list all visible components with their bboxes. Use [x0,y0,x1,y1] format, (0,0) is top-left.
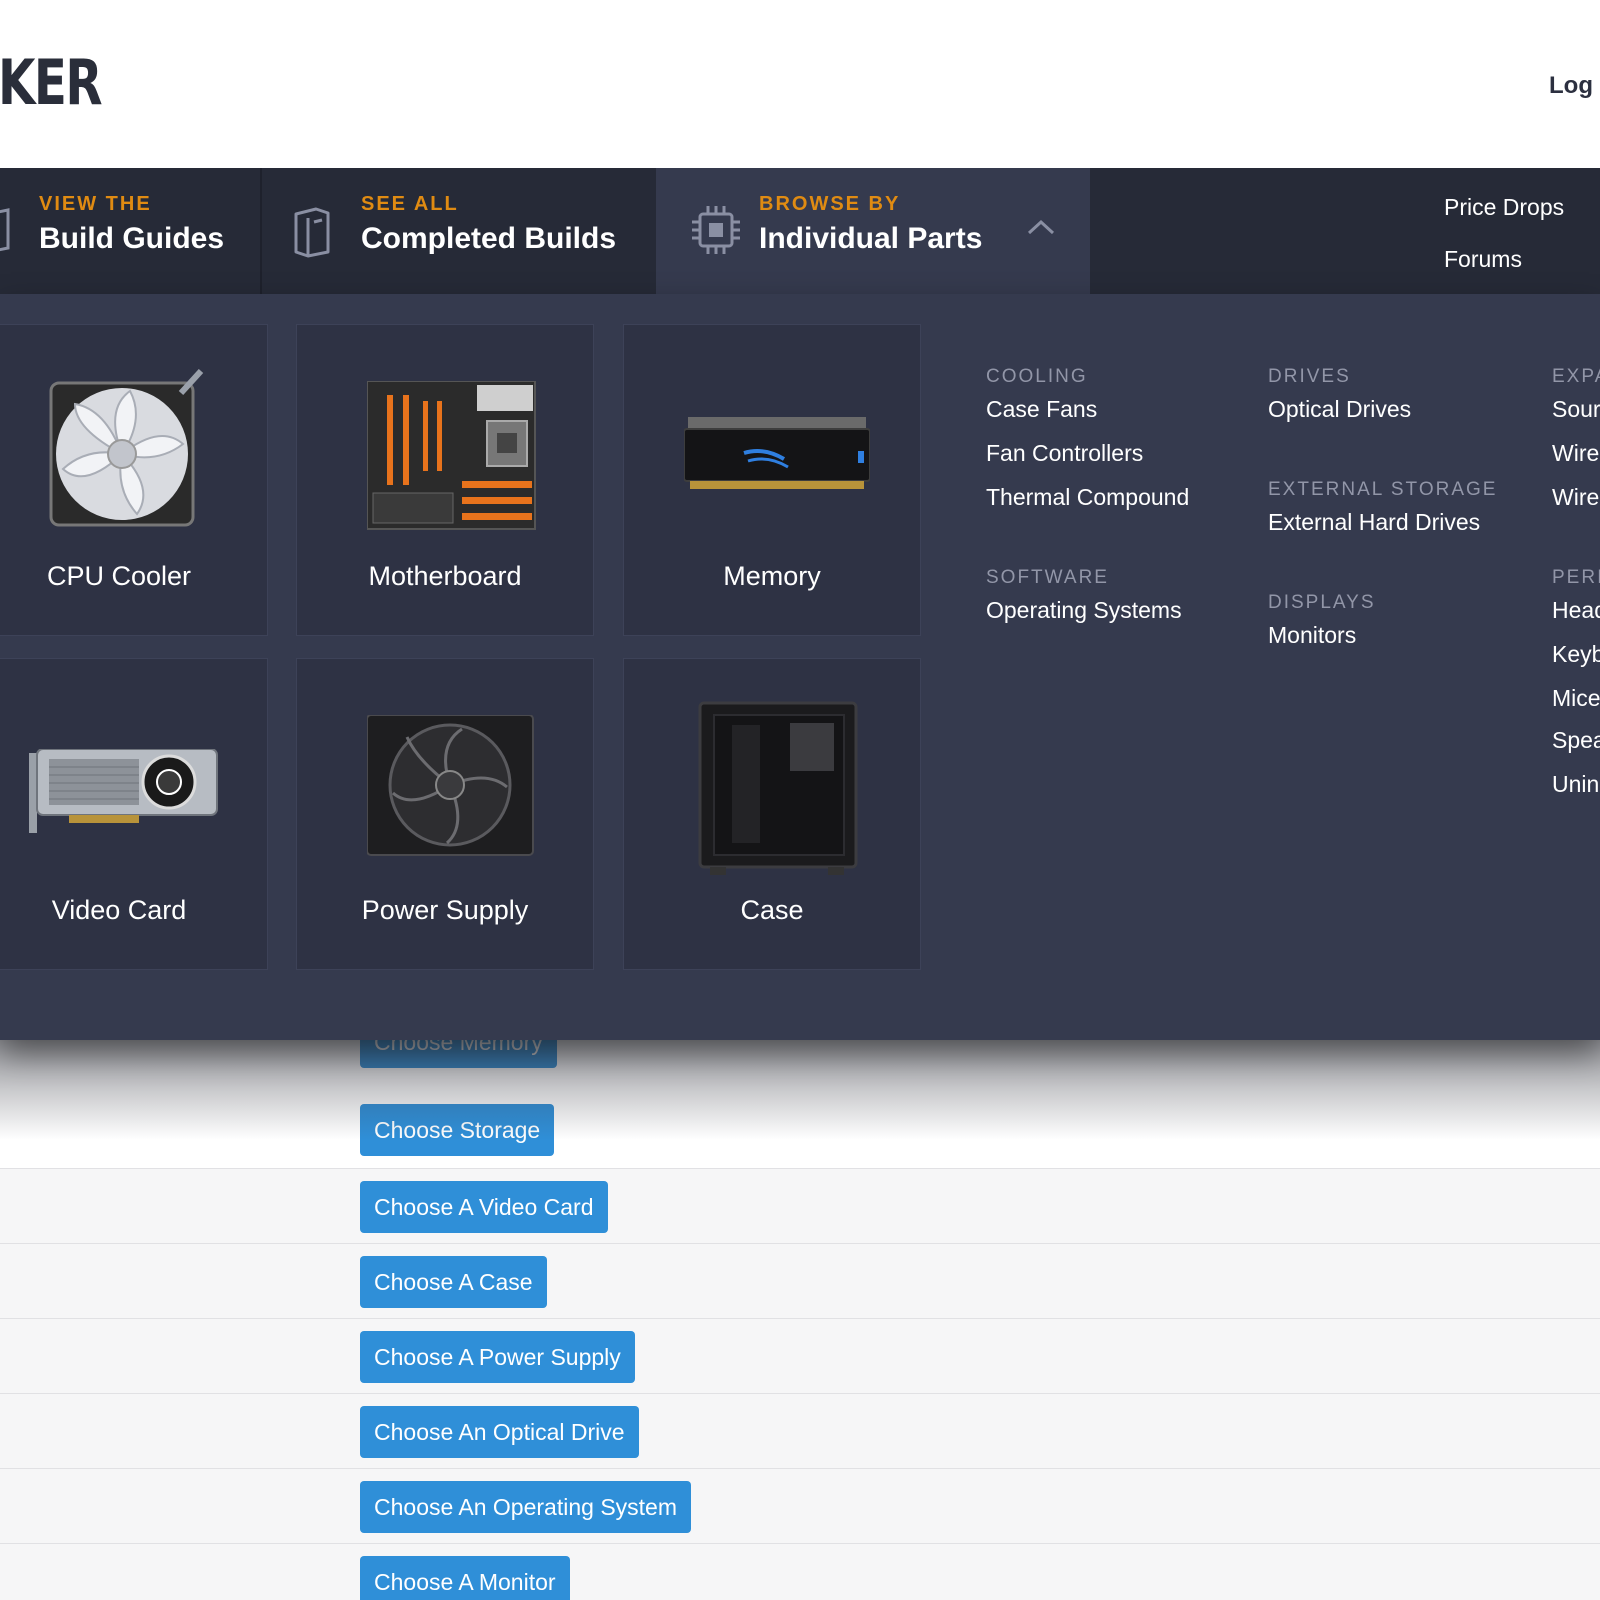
category-external-storage: EXTERNAL STORAGE External Hard Drives [1268,479,1498,535]
part-card-motherboard[interactable]: Motherboard [296,324,594,636]
link-monitors[interactable]: Monitors [1268,622,1356,649]
choose-storage-button[interactable]: Choose Storage [360,1104,555,1156]
nav-completed-builds-label: Completed Builds [361,222,617,255]
link-expansion-0[interactable]: Sour [1552,396,1600,423]
motherboard-icon [367,381,536,530]
table-row: Choose A Power Supply [0,1318,1600,1393]
part-card-memory[interactable]: Memory [623,324,921,636]
nav-completed-builds-pre: SEE ALL [361,193,459,215]
nav-individual-parts-label: Individual Parts [759,222,983,255]
category-heading: EXTERNAL STORAGE [1268,479,1498,500]
nav-build-guides-pre: VIEW THE [39,193,152,215]
choose-operating-system-button[interactable]: Choose An Operating System [360,1481,691,1533]
category-heading: COOLING [986,366,1088,387]
category-heading: SOFTWARE [986,567,1109,588]
cpu-chip-icon [692,206,740,254]
part-card-label: Memory [723,561,821,591]
category-drives: DRIVES Optical Drives [1268,366,1411,422]
part-card-label: Case [740,895,804,925]
link-peripherals-0[interactable]: Head [1552,597,1600,624]
table-row: Choose A Case [0,1243,1600,1318]
part-card-cpu-cooler[interactable]: CPU Cooler [0,324,268,636]
link-peripherals-2[interactable]: Mice [1552,685,1600,712]
category-peripherals: PERI Head Keyb Mice Spea Unin [1552,567,1600,797]
part-card-label: Power Supply [361,895,529,925]
chevron-up-icon[interactable] [1026,218,1056,236]
part-list: Choose Memory Choose Storage Choose A Vi… [0,1016,1600,1600]
login-link[interactable]: Log I [1549,72,1600,100]
part-card-power-supply[interactable]: Power Supply [296,658,594,970]
link-thermal-compound[interactable]: Thermal Compound [986,484,1189,511]
nav-completed-builds[interactable]: SEE ALL Completed Builds [262,168,656,294]
part-card-video-card[interactable]: Video Card [0,658,268,970]
link-external-hard-drives[interactable]: External Hard Drives [1268,509,1480,536]
parts-dropdown-panel: CPU Cooler Motherboard Memory Video Card… [0,294,1600,1040]
link-peripherals-4[interactable]: Unin [1552,771,1599,798]
page: KER Log I VIEW THE Build Guides SEE ALL … [0,0,1600,1600]
category-software: SOFTWARE Operating Systems [986,567,1182,623]
video-card-icon [29,749,218,833]
forums-link[interactable]: Forums [1444,246,1522,273]
choose-optical-drive-button[interactable]: Choose An Optical Drive [360,1406,639,1458]
nav-build-guides-label: Build Guides [39,222,225,255]
case-icon [698,701,858,875]
part-card-case[interactable]: Case [623,658,921,970]
part-card-label: CPU Cooler [46,561,192,591]
table-row: Choose A Monitor [0,1543,1600,1600]
link-optical-drives[interactable]: Optical Drives [1268,396,1411,423]
category-heading: EXPA [1552,366,1600,387]
memory-icon [684,417,870,489]
pc-tower-icon [294,207,330,258]
link-expansion-2[interactable]: Wire [1552,484,1599,511]
table-row: Choose A Video Card [0,1168,1600,1243]
category-heading: DRIVES [1268,366,1351,387]
power-supply-icon [367,715,534,856]
site-header: KER Log I [0,0,1600,168]
price-drops-link[interactable]: Price Drops [1444,194,1564,221]
table-row: Choose An Optical Drive [0,1393,1600,1468]
book-icon [0,208,10,252]
cpu-cooler-icon [49,369,204,527]
link-expansion-1[interactable]: Wire [1552,440,1599,467]
choose-power-supply-button[interactable]: Choose A Power Supply [360,1331,635,1383]
category-cooling: COOLING Case Fans Fan Controllers Therma… [986,366,1189,510]
category-heading: PERI [1552,567,1600,588]
link-peripherals-1[interactable]: Keyb [1552,641,1600,668]
table-row: Choose Memory Choose Storage [0,1016,1600,1168]
category-displays: DISPLAYS Monitors [1268,592,1376,648]
choose-monitor-button[interactable]: Choose A Monitor [360,1556,570,1600]
part-card-label: Video Card [51,895,187,925]
part-card-label: Motherboard [368,561,522,591]
link-case-fans[interactable]: Case Fans [986,396,1097,423]
link-fan-controllers[interactable]: Fan Controllers [986,440,1143,467]
table-row: Choose An Operating System [0,1468,1600,1543]
site-logo[interactable]: KER [0,46,103,119]
choose-case-button[interactable]: Choose A Case [360,1256,547,1308]
link-peripherals-3[interactable]: Spea [1552,727,1600,754]
category-heading: DISPLAYS [1268,592,1376,613]
nav-individual-parts-pre: BROWSE BY [759,193,901,215]
link-operating-systems[interactable]: Operating Systems [986,597,1182,624]
category-expansion: EXPA Sour Wire Wire [1552,366,1600,510]
choose-video-card-button[interactable]: Choose A Video Card [360,1181,608,1233]
nav-build-guides[interactable]: VIEW THE Build Guides [0,168,260,294]
nav-individual-parts[interactable]: BROWSE BY Individual Parts [656,168,1090,294]
